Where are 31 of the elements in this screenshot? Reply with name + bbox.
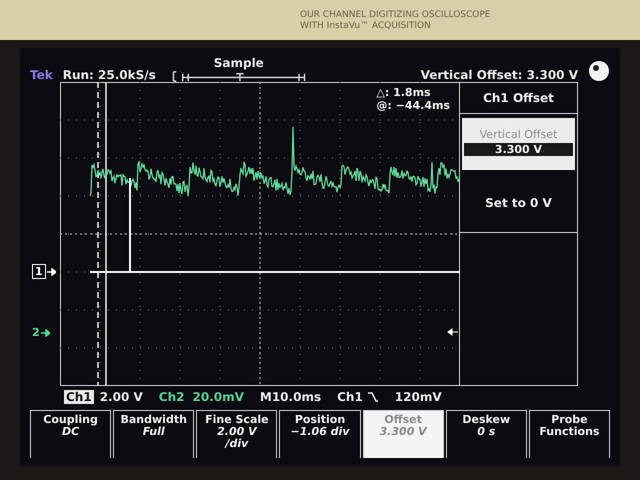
menu-button[interactable]: Fine Scale 2.00 V /div: [196, 410, 278, 458]
cursor-delta: △: 1.8ms: [376, 86, 432, 99]
offset-field[interactable]: Vertical Offset 3.300 V: [462, 118, 575, 170]
trigger-level: 120mV: [394, 390, 442, 404]
model-text: WITH InstaVu™ ACQUISITION: [300, 20, 432, 30]
ch1-scale: 2.00 V: [100, 390, 143, 404]
falling-edge-icon: [366, 391, 379, 403]
channel-marker: 2: [32, 326, 40, 339]
acquisition-mode: Sample: [214, 56, 264, 70]
menu-button[interactable]: Coupling DC: [30, 410, 112, 458]
run-status: Run: 25.0kS/s: [62, 68, 156, 82]
menu-button[interactable]: Probe Functions: [528, 410, 610, 458]
ch2-scale: 20.0mV: [192, 390, 244, 404]
brand-label: Tek: [30, 68, 53, 82]
menu-button[interactable]: Deskew 0 s: [446, 410, 527, 458]
side-menu-title: Ch1 Offset: [460, 83, 577, 114]
vertical-offset-readout: Vertical Offset: 3.300 V: [420, 68, 578, 82]
channel-marker: 1: [32, 264, 46, 279]
knob-icon: [588, 60, 610, 82]
cursor-position: @: −44.4ms: [376, 99, 450, 112]
arrow-icon: [46, 268, 56, 276]
menu-button[interactable]: Bandwidth Full: [113, 410, 194, 458]
set-to-zero-button[interactable]: Set to 0 V: [460, 174, 577, 233]
trigger-level-marker: [448, 328, 458, 336]
menu-button[interactable]: Position −1.06 div: [279, 410, 361, 458]
timebase-readout: M10.0ms: [260, 390, 322, 404]
channel-label: Ch1: [64, 390, 94, 404]
arrow-icon: [40, 328, 50, 336]
channel-label: Ch2: [158, 390, 184, 404]
trigger-source: Ch1: [337, 390, 363, 404]
model-text: OUR CHANNEL DIGITIZING OSCILLOSCOPE: [300, 10, 492, 20]
